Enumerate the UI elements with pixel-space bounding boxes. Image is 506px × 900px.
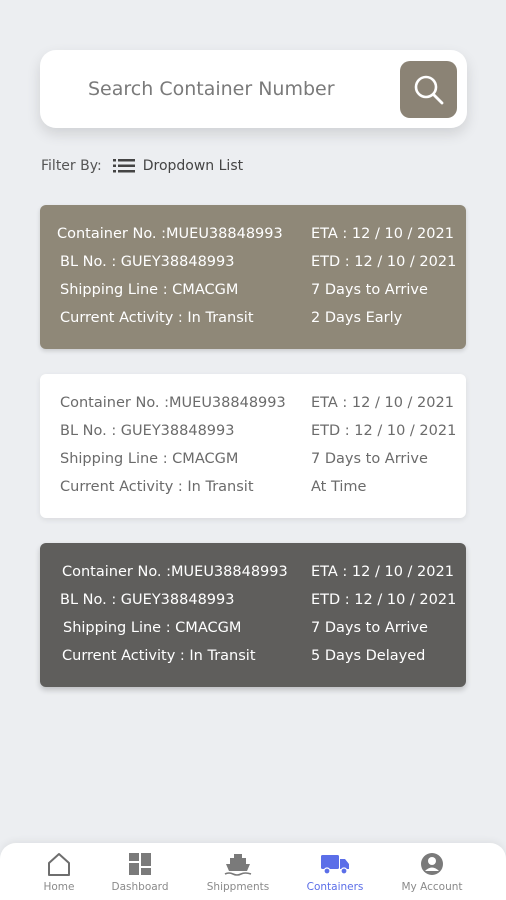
etd: ETD : 12 / 10 / 2021: [311, 423, 457, 439]
nav-shippments[interactable]: Shippments: [193, 851, 283, 899]
filter-row: Filter By: Dropdown List: [41, 156, 243, 176]
search-bar: [40, 50, 467, 128]
days-to-arrive: 7 Days to Arrive: [311, 620, 428, 636]
nav-dashboard[interactable]: Dashboard: [95, 851, 185, 899]
arrival-status: 2 Days Early: [311, 310, 403, 326]
truck-icon: [321, 855, 349, 875]
current-activity: Current Activity : In Transit: [60, 310, 254, 326]
shipping-line: Shipping Line : CMACGM: [60, 282, 239, 298]
search-button[interactable]: [400, 61, 457, 118]
arrival-status: 5 Days Delayed: [311, 648, 426, 664]
filter-label: Filter By:: [41, 158, 102, 174]
container-card[interactable]: Container No. :MUEU38848993 ETA : 12 / 1…: [40, 205, 466, 349]
etd: ETD : 12 / 10 / 2021: [311, 592, 457, 608]
current-activity: Current Activity : In Transit: [60, 479, 254, 495]
nav-home[interactable]: Home: [14, 851, 104, 899]
nav-label: Shippments: [206, 881, 270, 893]
bottom-navigation: Home Dashboard Shippments Containers My …: [0, 843, 506, 900]
home-icon: [48, 853, 70, 876]
bl-number: BL No. : GUEY38848993: [60, 254, 235, 270]
nav-label: Home: [43, 881, 75, 893]
nav-label: Containers: [306, 881, 364, 893]
container-number: Container No. :MUEU38848993: [62, 564, 288, 580]
days-to-arrive: 7 Days to Arrive: [311, 282, 428, 298]
container-number: Container No. :MUEU38848993: [57, 226, 283, 242]
container-card[interactable]: Container No. :MUEU38848993 ETA : 12 / 1…: [40, 543, 466, 687]
ship-icon: [224, 854, 252, 876]
dashboard-icon: [129, 853, 151, 875]
account-icon: [421, 853, 443, 875]
days-to-arrive: 7 Days to Arrive: [311, 451, 428, 467]
shipping-line: Shipping Line : CMACGM: [60, 451, 239, 467]
nav-my-account[interactable]: My Account: [387, 851, 477, 899]
nav-label: My Account: [401, 881, 463, 893]
eta: ETA : 12 / 10 / 2021: [311, 564, 454, 580]
arrival-status: At Time: [311, 479, 367, 495]
bl-number: BL No. : GUEY38848993: [60, 423, 235, 439]
nav-label: Dashboard: [111, 881, 169, 893]
container-card[interactable]: Container No. :MUEU38848993 ETA : 12 / 1…: [40, 374, 466, 518]
list-icon[interactable]: [112, 159, 135, 173]
eta: ETA : 12 / 10 / 2021: [311, 395, 454, 411]
eta: ETA : 12 / 10 / 2021: [311, 226, 454, 242]
bl-number: BL No. : GUEY38848993: [60, 592, 235, 608]
container-number: Container No. :MUEU38848993: [60, 395, 286, 411]
search-input[interactable]: [88, 50, 388, 128]
shipping-line: Shipping Line : CMACGM: [63, 620, 242, 636]
search-icon: [414, 75, 443, 104]
etd: ETD : 12 / 10 / 2021: [311, 254, 457, 270]
current-activity: Current Activity : In Transit: [62, 648, 256, 664]
nav-containers[interactable]: Containers: [290, 851, 380, 899]
dropdown-list[interactable]: Dropdown List: [143, 158, 243, 174]
